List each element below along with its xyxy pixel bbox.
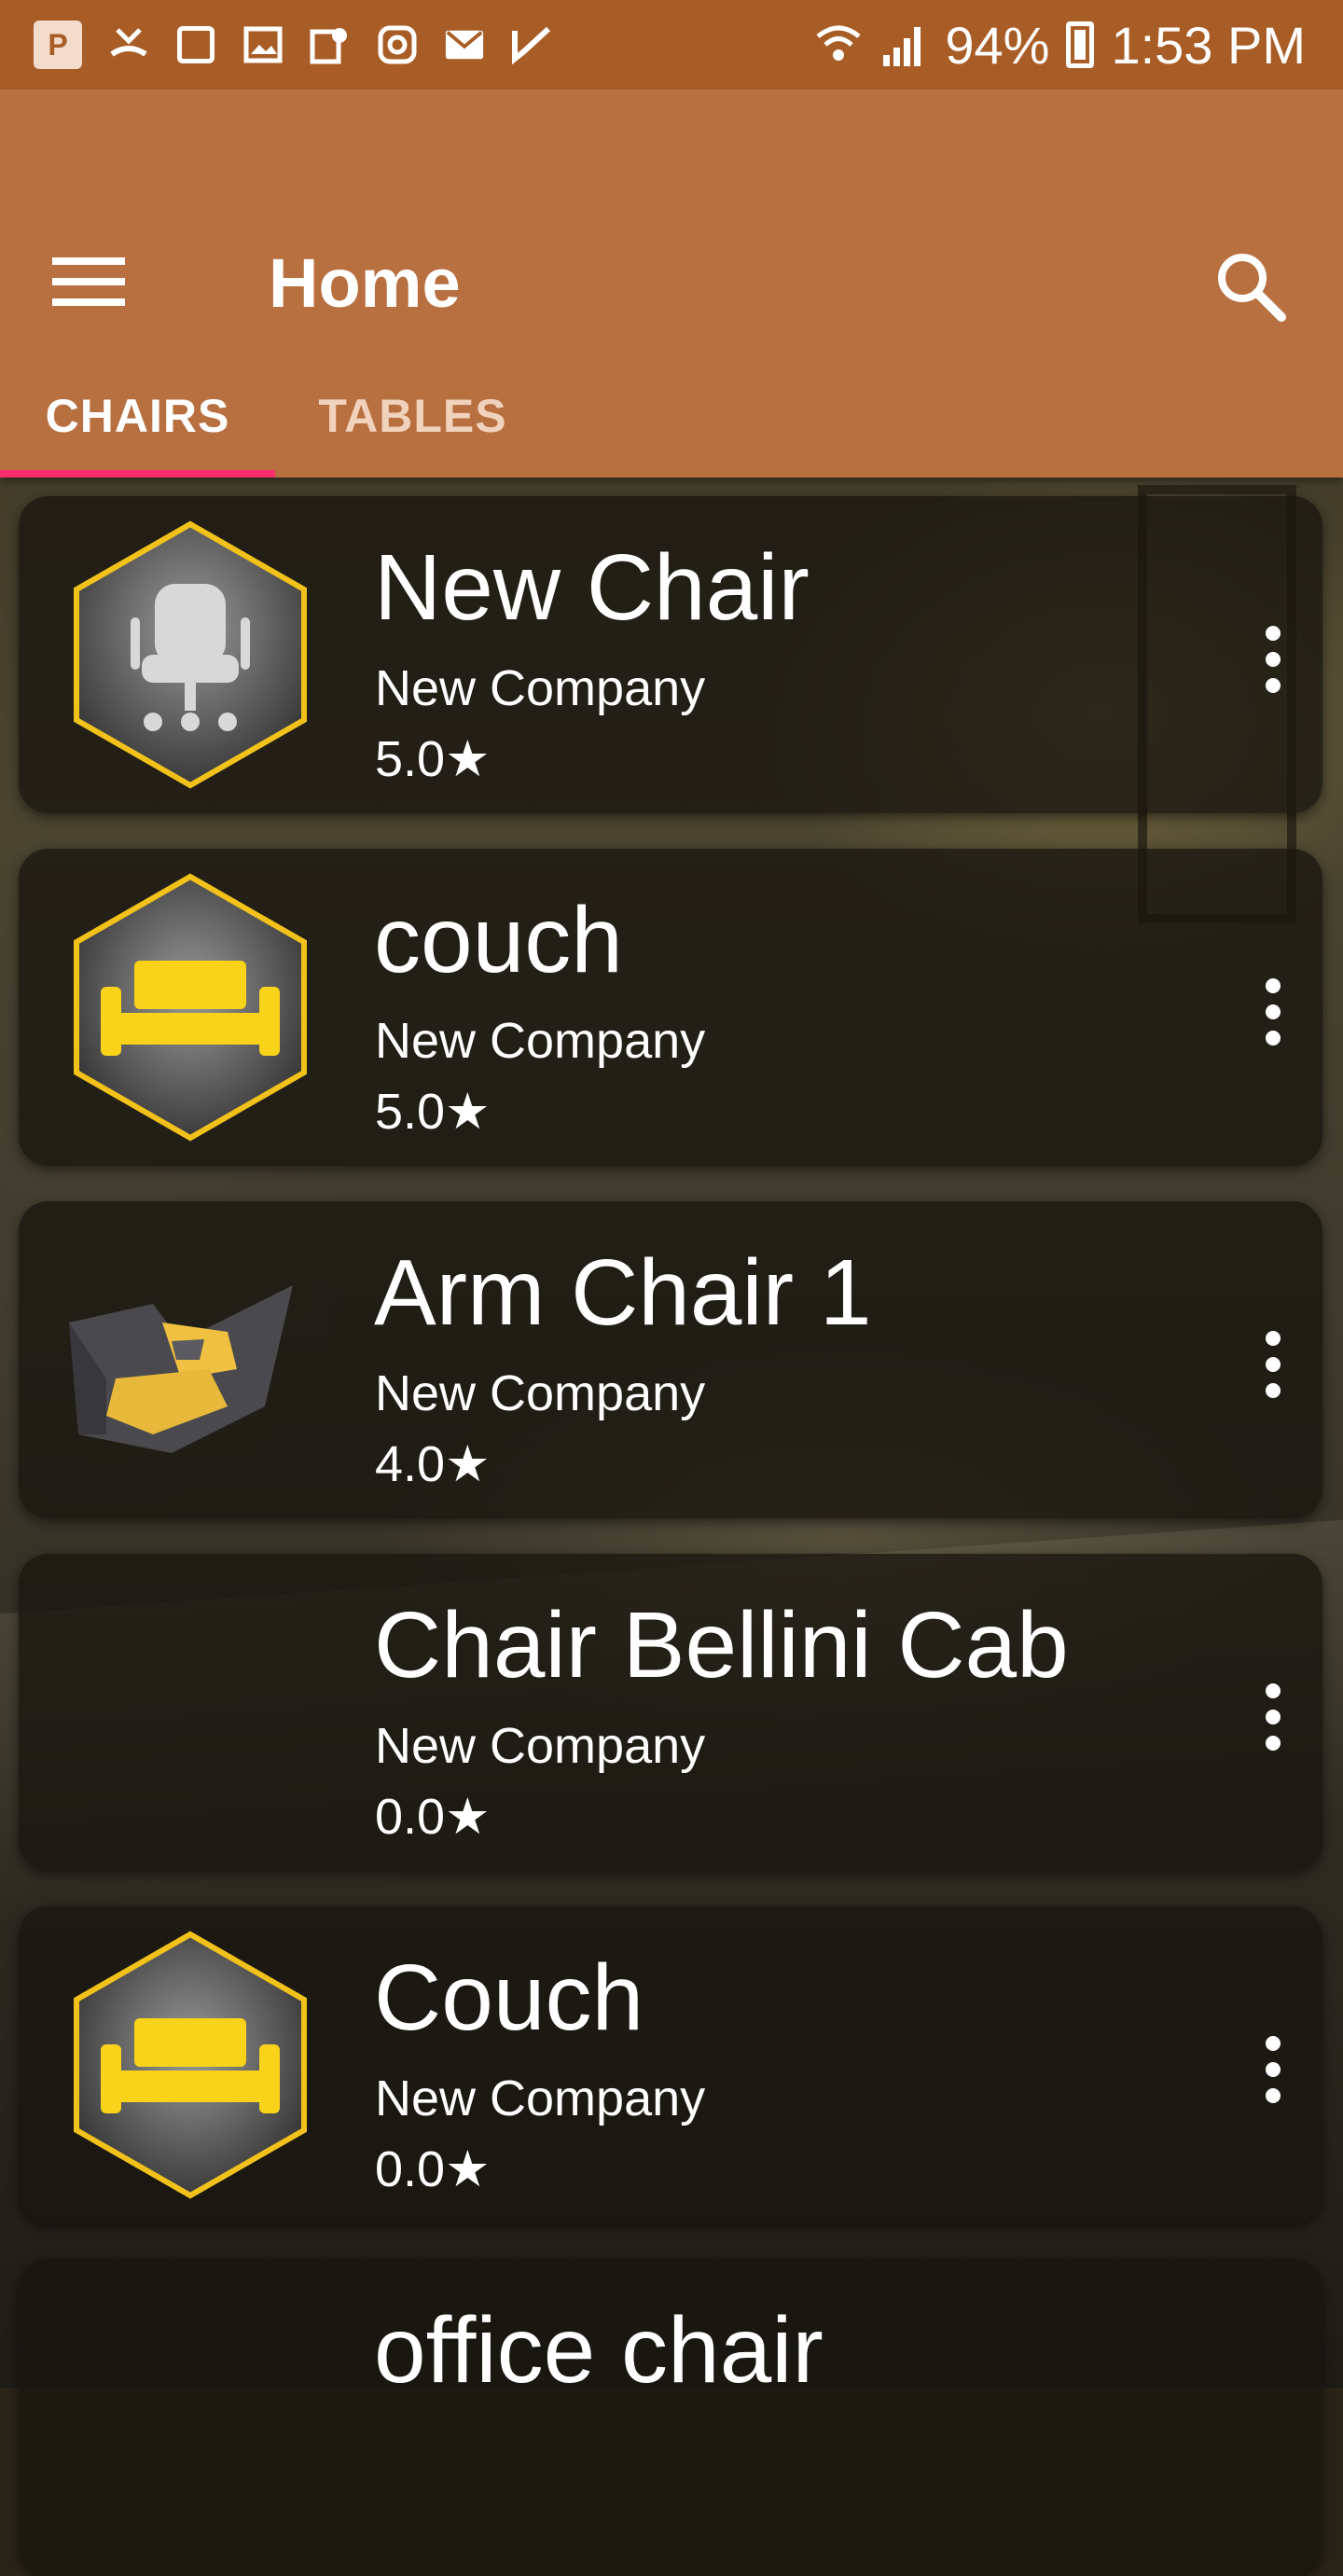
item-name: New Chair: [374, 535, 810, 640]
item-name: Arm Chair 1: [374, 1240, 872, 1345]
list-item[interactable]: Chair Bellini Cab New Company 0.0★: [19, 1554, 1322, 1871]
item-company: New Company: [375, 1365, 706, 1421]
system-icons: 94% 1:53 PM: [814, 15, 1306, 76]
item-name: couch: [374, 888, 623, 992]
list-item[interactable]: couch New Company 5.0★: [19, 849, 1322, 1166]
more-options-icon[interactable]: [1231, 1666, 1315, 1768]
item-company: New Company: [375, 1718, 706, 1774]
item-rating: 5.0★: [375, 731, 491, 787]
image-icon: [242, 24, 284, 65]
tab-indicator: [0, 470, 275, 478]
item-name: office chair: [374, 2298, 824, 2403]
app-p-icon: P: [34, 21, 82, 69]
menu-icon[interactable]: [52, 257, 127, 313]
office-chair-hex-icon: [74, 520, 307, 789]
list-item[interactable]: Couch New Company 0.0★: [19, 1906, 1322, 2223]
more-options-icon[interactable]: [1231, 608, 1315, 711]
item-company: New Company: [375, 660, 706, 716]
email-icon: [444, 24, 485, 65]
signal-icon: [883, 27, 921, 66]
list-item[interactable]: office chair: [19, 2259, 1322, 2576]
wifi-icon: [816, 25, 861, 61]
item-company: New Company: [375, 2070, 706, 2126]
maps-icon: [310, 24, 351, 65]
item-rating: 4.0★: [375, 1436, 491, 1492]
battery-percent: 94%: [945, 15, 1050, 75]
instagram-icon: [377, 24, 418, 65]
notification-icons: P: [34, 21, 552, 69]
clock: 1:53 PM: [1111, 15, 1306, 75]
couch-hex-icon: [74, 873, 307, 1142]
item-rating: 5.0★: [375, 1084, 491, 1140]
status-bar: P 94% 1:53 PM: [0, 0, 1343, 90]
tab-tables[interactable]: TABLES: [275, 354, 550, 478]
search-icon[interactable]: [1212, 248, 1287, 323]
check-icon: [511, 24, 552, 65]
item-name: Couch: [374, 1946, 644, 2050]
missed-call-icon: [108, 24, 149, 65]
more-options-icon[interactable]: [1231, 961, 1315, 1063]
battery-charging-icon: [1066, 21, 1095, 68]
tab-bar: CHAIRS TABLES: [0, 354, 1343, 478]
item-name: Chair Bellini Cab: [374, 1593, 1069, 1697]
page-title: Home: [269, 244, 461, 322]
list-item[interactable]: Arm Chair 1 New Company 4.0★: [19, 1201, 1322, 1518]
item-rating: 0.0★: [375, 2141, 491, 2197]
item-company: New Company: [375, 1013, 706, 1069]
arm-chair-photo: [69, 1285, 293, 1453]
screen-sync-icon: [175, 24, 216, 65]
list-item[interactable]: New Chair New Company 5.0★: [19, 496, 1322, 813]
couch-hex-icon: [74, 1931, 307, 2199]
item-rating: 0.0★: [375, 1789, 491, 1845]
more-options-icon[interactable]: [1231, 1313, 1315, 1416]
more-options-icon[interactable]: [1231, 2018, 1315, 2121]
tab-chairs[interactable]: CHAIRS: [0, 354, 275, 478]
